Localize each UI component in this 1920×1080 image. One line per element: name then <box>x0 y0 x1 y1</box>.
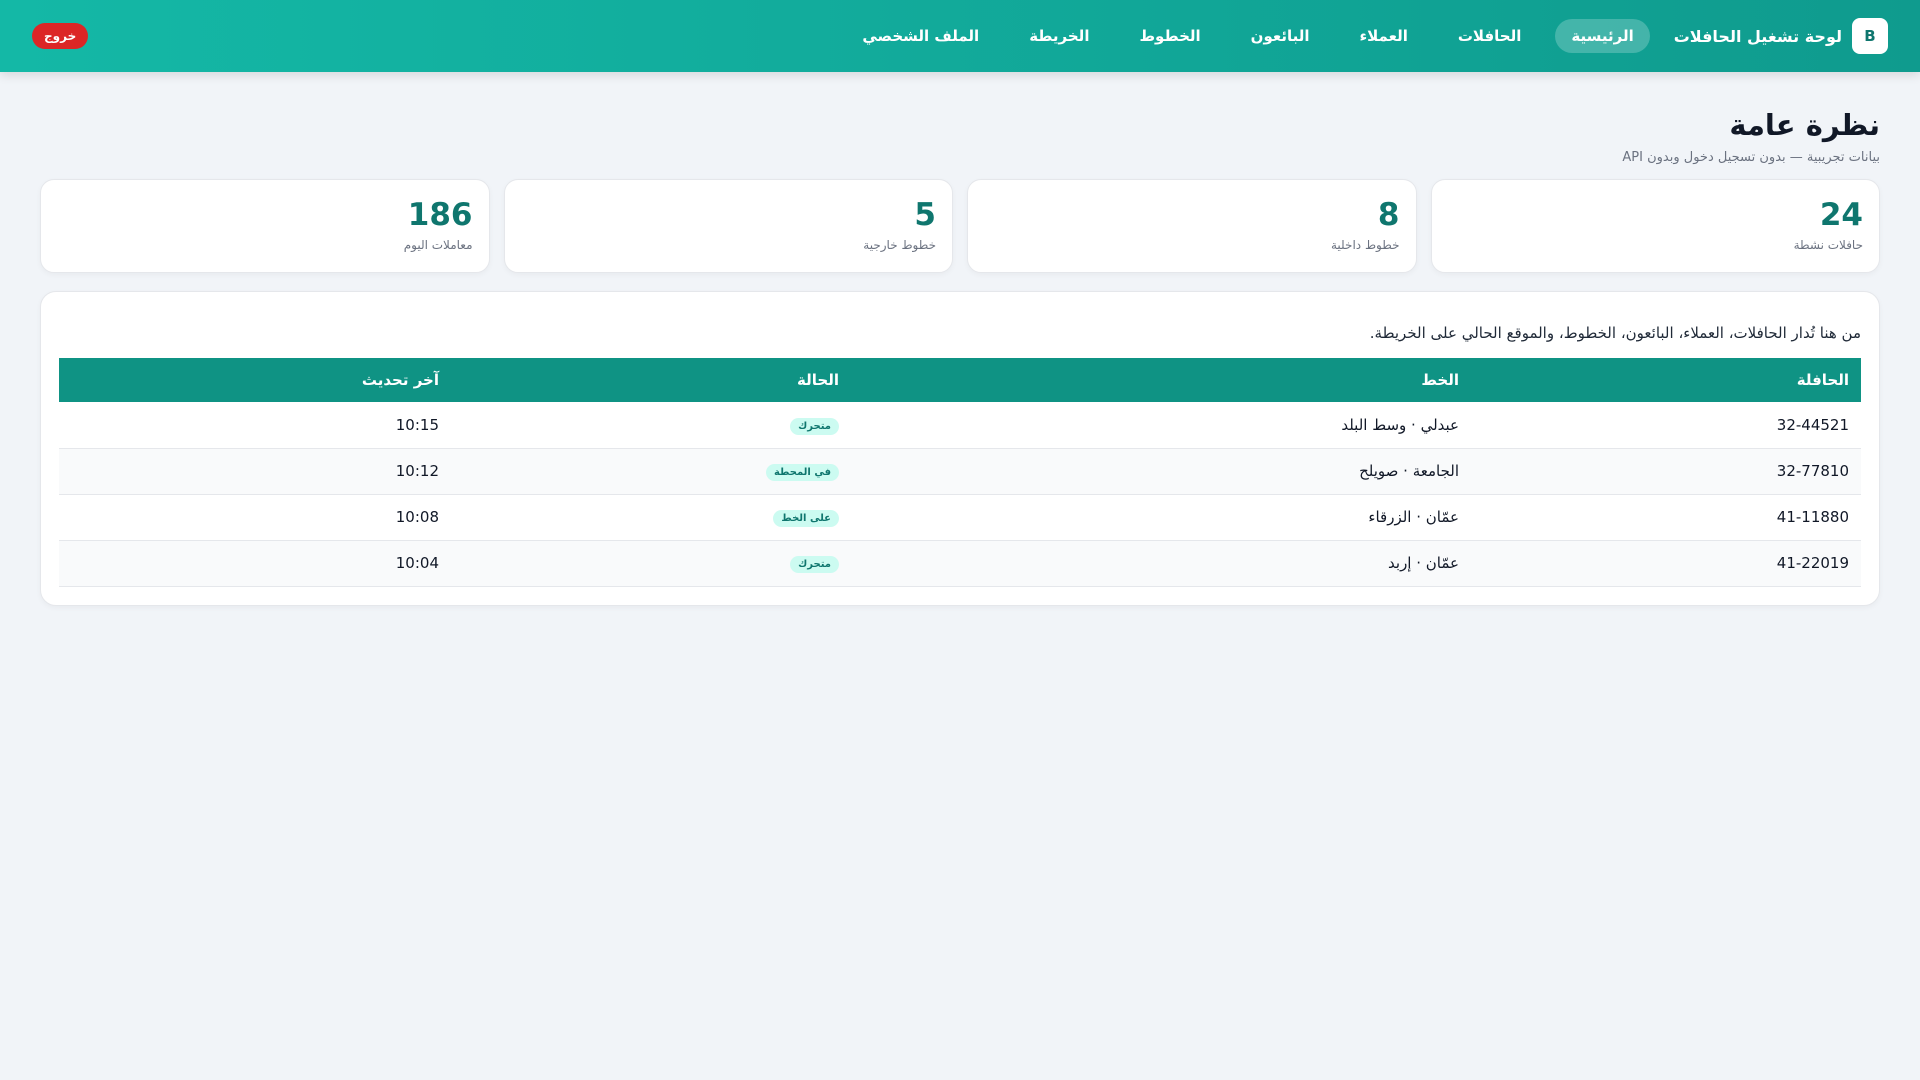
cell-updated: 10:15 <box>59 402 451 449</box>
cell-line: الجامعة · صويلح <box>851 448 1471 495</box>
cell-status: متحرك <box>451 540 851 587</box>
table-row: 41-11880 عمّان · الزرقاء على الخط 10:08 <box>59 494 1861 541</box>
cell-line: عمّان · إربد <box>851 540 1471 587</box>
table-row: 32-44521 عبدلي · وسط البلد متحرك 10:15 <box>59 402 1861 449</box>
cell-status: في المحطة <box>451 448 851 495</box>
stats-row: 24 حافلات نشطة 8 خطوط داخلية 5 خطوط خارج… <box>40 179 1880 273</box>
cell-updated: 10:12 <box>59 448 451 495</box>
overview-panel: من هنا تُدار الحافلات، العملاء، البائعون… <box>40 291 1880 606</box>
header-bus: الحافلة <box>1796 371 1849 389</box>
status-badge: على الخط <box>773 510 839 527</box>
nav-item-lines[interactable]: الخطوط <box>1123 19 1216 53</box>
table-row: 32-77810 الجامعة · صويلح في المحطة 10:12 <box>59 448 1861 495</box>
top-navbar: B لوحة تشغيل الحافلات الرئيسية الحافلات … <box>0 0 1920 72</box>
status-badge: متحرك <box>790 556 839 573</box>
stat-card-active-buses: 24 حافلات نشطة <box>1430 179 1880 273</box>
cell-bus: 32-44521 <box>1471 402 1861 449</box>
cell-status: على الخط <box>451 494 851 541</box>
table-row: 41-22019 عمّان · إربد متحرك 10:04 <box>59 540 1861 587</box>
cell-line: عمّان · الزرقاء <box>851 494 1471 541</box>
cell-bus: 41-11880 <box>1471 494 1861 541</box>
cell-bus: 41-22019 <box>1471 540 1861 587</box>
nav-item-customers[interactable]: العملاء <box>1344 19 1424 53</box>
logout-button[interactable]: خروج <box>32 23 89 49</box>
cell-status: متحرك <box>451 402 851 449</box>
brand-logo: B <box>1852 18 1888 54</box>
stat-label: معاملات اليوم <box>403 238 473 253</box>
page-title: نظرة عامة <box>1729 108 1880 142</box>
stat-label: خطوط داخلية <box>1331 238 1400 253</box>
cell-updated: 10:08 <box>59 494 451 541</box>
header-updated: آخر تحديث <box>361 371 439 389</box>
stat-value: 24 <box>1819 197 1863 233</box>
header-line: الخط <box>1421 371 1459 389</box>
brand-title: لوحة تشغيل الحافلات <box>1673 26 1842 46</box>
nav-item-vendors[interactable]: البائعون <box>1235 19 1326 53</box>
brand[interactable]: B لوحة تشغيل الحافلات <box>1674 18 1888 54</box>
stat-value: 186 <box>407 197 473 233</box>
stat-value: 8 <box>1377 197 1400 233</box>
nav-item-profile[interactable]: الملف الشخصي <box>846 19 995 53</box>
main-content: نظرة عامة بيانات تجريبية — بدون تسجيل دخ… <box>40 108 1880 606</box>
stat-card-internal-lines: 8 خطوط داخلية <box>967 179 1417 273</box>
panel-description: من هنا تُدار الحافلات، العملاء، البائعون… <box>1369 324 1861 342</box>
stat-card-today-transactions: 186 معاملات اليوم <box>40 179 490 273</box>
stat-card-external-lines: 5 خطوط خارجية <box>503 179 953 273</box>
stat-label: خطوط خارجية <box>863 238 936 253</box>
status-badge: متحرك <box>790 417 839 435</box>
page-subtitle: بيانات تجريبية — بدون تسجيل دخول وبدون A… <box>1622 150 1880 165</box>
main-nav: الرئيسية الحافلات العملاء البائعون الخطو… <box>846 19 1650 53</box>
header-status: الحالة <box>797 371 839 389</box>
nav-item-home[interactable]: الرئيسية <box>1555 19 1650 53</box>
cell-updated: 10:04 <box>59 540 451 587</box>
cell-line: عبدلي · وسط البلد <box>851 402 1471 449</box>
status-badge: في المحطة <box>765 464 839 481</box>
table-header-row: الحافلة الخط الحالة آخر تحديث <box>59 358 1861 402</box>
nav-item-buses[interactable]: الحافلات <box>1442 19 1538 53</box>
buses-table: الحافلة الخط الحالة آخر تحديث 32-44521 ع… <box>59 358 1861 587</box>
stat-label: حافلات نشطة <box>1793 238 1863 253</box>
nav-item-map[interactable]: الخريطة <box>1013 19 1105 53</box>
cell-bus: 32-77810 <box>1471 448 1861 495</box>
stat-value: 5 <box>914 197 936 233</box>
